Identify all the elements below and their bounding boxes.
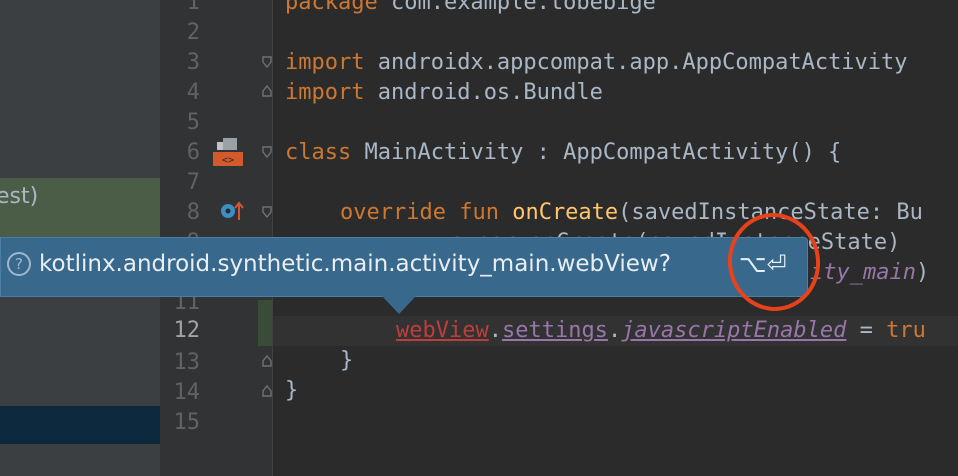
code-line-14[interactable]: } [285,376,298,406]
line-number: 4 [186,80,200,105]
project-tree-item-label: est) [0,184,39,209]
fold-icon[interactable] [262,385,272,397]
vcs-change-marker[interactable] [258,300,272,346]
fold-icon[interactable] [262,56,272,68]
import-suggestion-text[interactable]: kotlinx.android.synthetic.main.activity_… [39,251,671,277]
code-line-1[interactable]: package com.example.tobebige [285,0,656,18]
line-number: 15 [173,410,201,435]
code-line-3[interactable]: import androidx.appcompat.app.AppCompatA… [285,48,908,78]
line-number: 2 [186,20,200,45]
project-tree-item-test[interactable]: est) [0,178,160,238]
code-line-13[interactable]: } [340,346,353,376]
code-line-12[interactable]: webView.settings.javascriptEnabled = tru [396,316,926,346]
popup-pointer [382,296,416,314]
svg-text:<>: <> [222,155,234,166]
line-number: 1 [186,0,200,15]
project-tree-item-selected[interactable] [0,406,160,444]
override-icon[interactable] [220,200,244,222]
line-number: 14 [173,380,201,405]
line-number: 3 [186,50,200,75]
line-number: 6 [186,140,200,165]
auto-import-popup[interactable]: ? kotlinx.android.synthetic.main.activit… [0,237,808,297]
line-number-current: 12 [173,318,201,343]
code-line-4[interactable]: import android.os.Bundle [285,78,603,108]
fold-icon[interactable] [262,355,272,367]
code-line-8[interactable]: override fun onCreate(savedInstanceState… [340,198,923,228]
code-line-10[interactable]: ity_main) [810,258,929,288]
help-icon[interactable]: ? [7,252,31,276]
fold-icon[interactable] [262,206,272,218]
line-number: 7 [186,170,200,195]
code-line-6[interactable]: class MainActivity : AppCompatActivity()… [285,138,841,168]
fold-icon[interactable] [262,85,272,97]
layout-file-icon[interactable]: <> [213,138,243,168]
line-number: 5 [186,110,200,135]
fold-icon[interactable] [262,146,272,158]
line-number: 13 [173,350,201,375]
line-number: 8 [186,200,200,225]
